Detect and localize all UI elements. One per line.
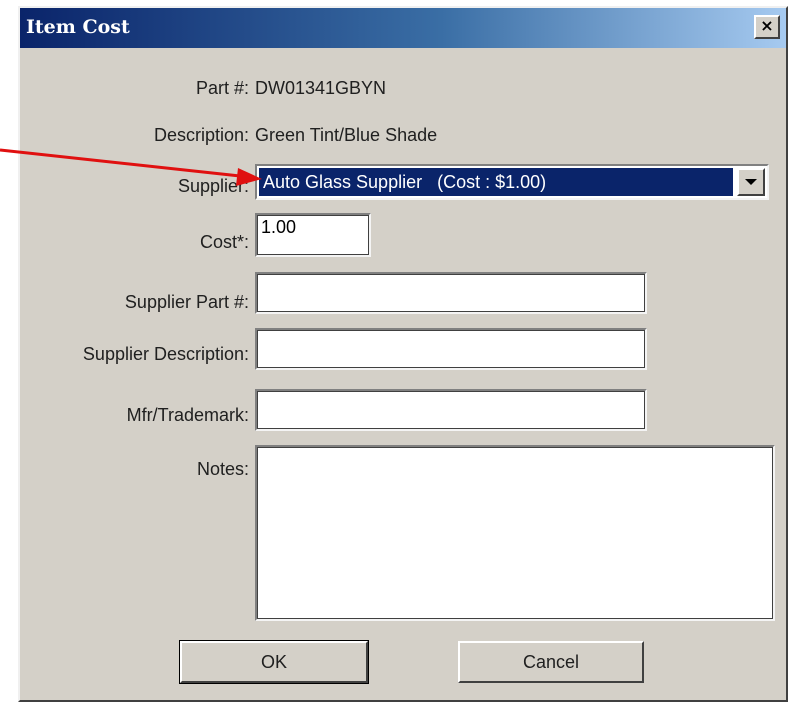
chevron-down-icon[interactable]: [737, 168, 765, 196]
part-number-value: DW01341GBYN: [255, 78, 387, 98]
cost-field[interactable]: 1.00: [255, 213, 371, 257]
close-icon: ×: [760, 16, 774, 35]
dialog-title: Item Cost: [26, 16, 130, 38]
item-cost-dialog: Item Cost × Part #: DW01341GBYN Descript…: [18, 6, 788, 702]
close-button[interactable]: ×: [754, 15, 780, 39]
supplier-label: Supplier:: [177, 176, 249, 196]
title-bar[interactable]: Item Cost ×: [20, 8, 786, 48]
supplier-selected-value: Auto Glass Supplier (Cost : $1.00): [259, 168, 733, 196]
mfr-trademark-label: Mfr/Trademark:: [126, 405, 249, 425]
part-number-label: Part #:: [195, 78, 249, 98]
supplier-select[interactable]: Auto Glass Supplier (Cost : $1.00): [255, 164, 769, 200]
notes-label: Notes:: [196, 459, 249, 479]
supplier-description-field[interactable]: [255, 328, 647, 370]
description-value: Green Tint/Blue Shade: [255, 125, 438, 145]
cancel-button[interactable]: Cancel: [458, 641, 644, 683]
supplier-part-label: Supplier Part #:: [124, 292, 249, 312]
mfr-trademark-field[interactable]: [255, 389, 647, 431]
cost-label: Cost*:: [199, 232, 249, 252]
supplier-part-field[interactable]: [255, 272, 647, 314]
notes-textarea[interactable]: [255, 445, 775, 621]
description-label: Description:: [153, 125, 249, 145]
ok-button[interactable]: OK: [179, 640, 369, 684]
supplier-description-label: Supplier Description:: [82, 344, 249, 364]
